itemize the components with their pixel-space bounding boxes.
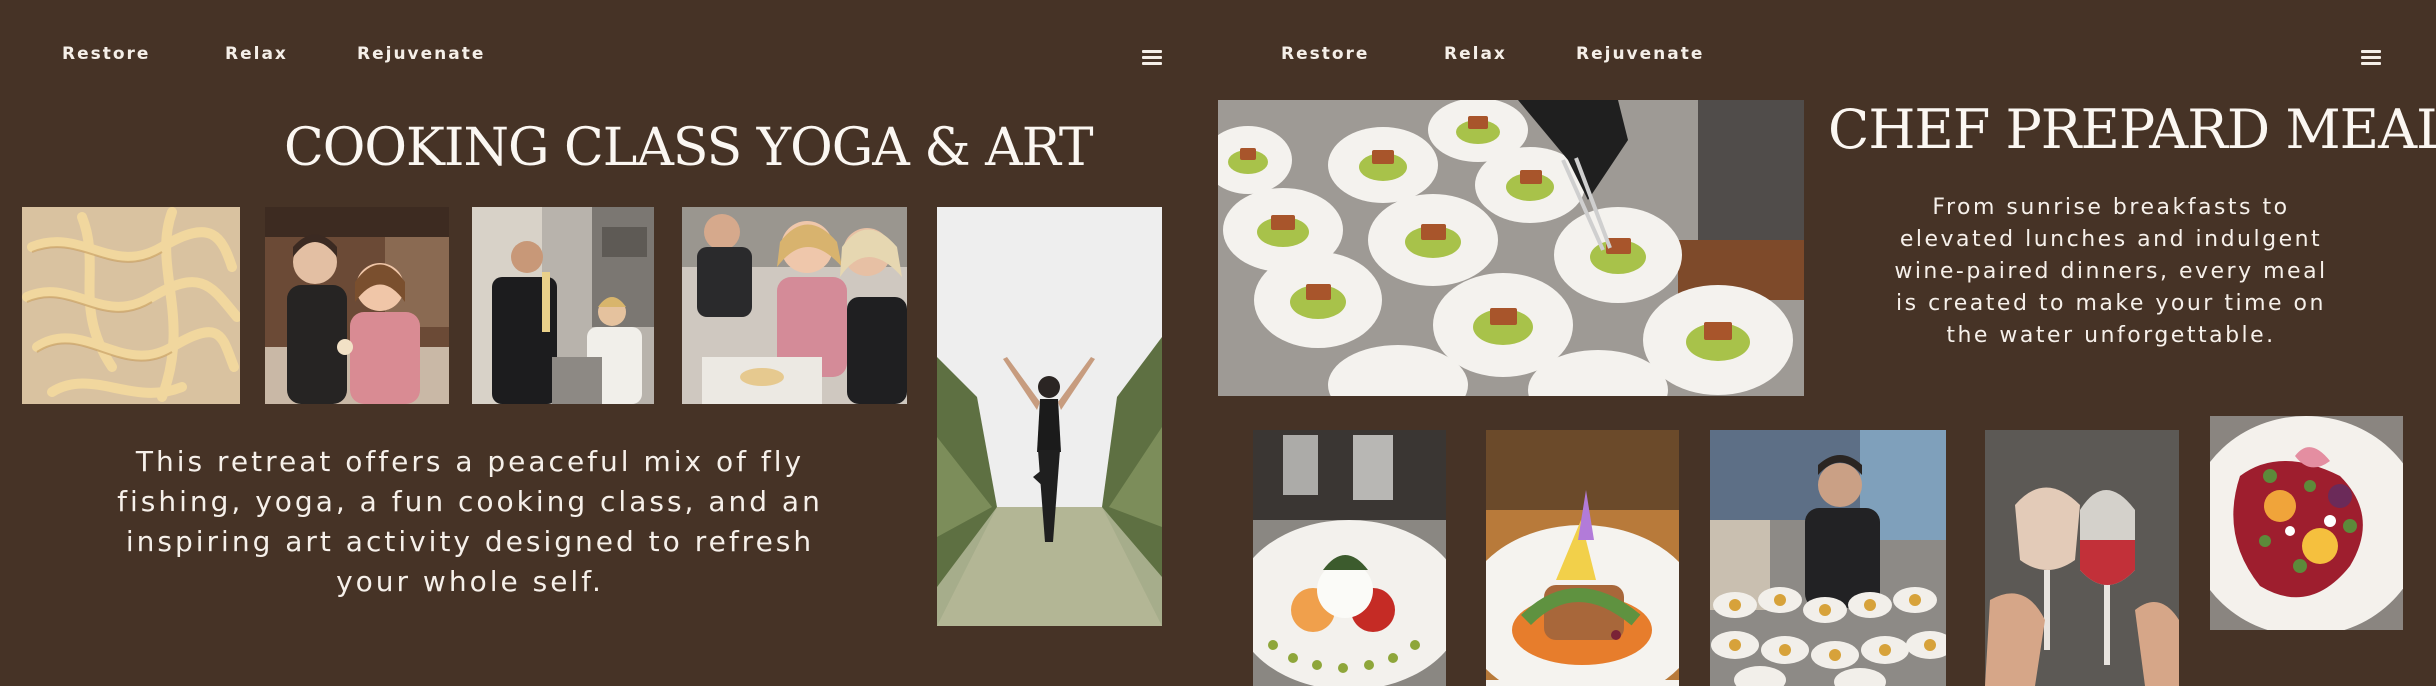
photo-yoga-vineyard (937, 207, 1162, 626)
nav-restore[interactable]: Restore (62, 44, 150, 64)
left-panel: Restore Relax Rejuvenate COOKING CLASS Y… (0, 0, 1218, 686)
photo-pasta-making (682, 207, 907, 404)
photo-beet-dish (2210, 416, 2403, 630)
photo-cooking-demo (472, 207, 654, 404)
intro-text: This retreat offers a peaceful mix of fl… (117, 445, 823, 598)
hamburger-menu-icon[interactable] (2361, 50, 2381, 66)
photo-two-women (265, 207, 449, 404)
nav-rejuvenate[interactable]: Rejuvenate (1576, 44, 1704, 64)
page-title: CHEF PREPARD MEALS (1828, 98, 2436, 161)
nav-relax[interactable]: Relax (225, 44, 288, 64)
nav-rejuvenate[interactable]: Rejuvenate (357, 44, 485, 64)
hamburger-menu-icon[interactable] (1142, 50, 1162, 66)
photo-wine-glasses (1985, 430, 2179, 686)
page-title: COOKING CLASS YOGA & ART (284, 118, 1094, 178)
nav-restore[interactable]: Restore (1281, 44, 1369, 64)
nav-relax[interactable]: Relax (1444, 44, 1507, 64)
right-panel: Restore Relax Rejuvenate CHEF PREPARD ME… (1218, 0, 2436, 686)
photo-plated-dishes (1218, 100, 1804, 396)
photo-pasta (22, 207, 240, 404)
photo-fish-dish (1486, 430, 1679, 686)
meals-description: From sunrise breakfasts to elevated lunc… (1894, 195, 2328, 348)
photo-chef-plating (1710, 430, 1946, 686)
photo-caprese-dish (1253, 430, 1446, 686)
